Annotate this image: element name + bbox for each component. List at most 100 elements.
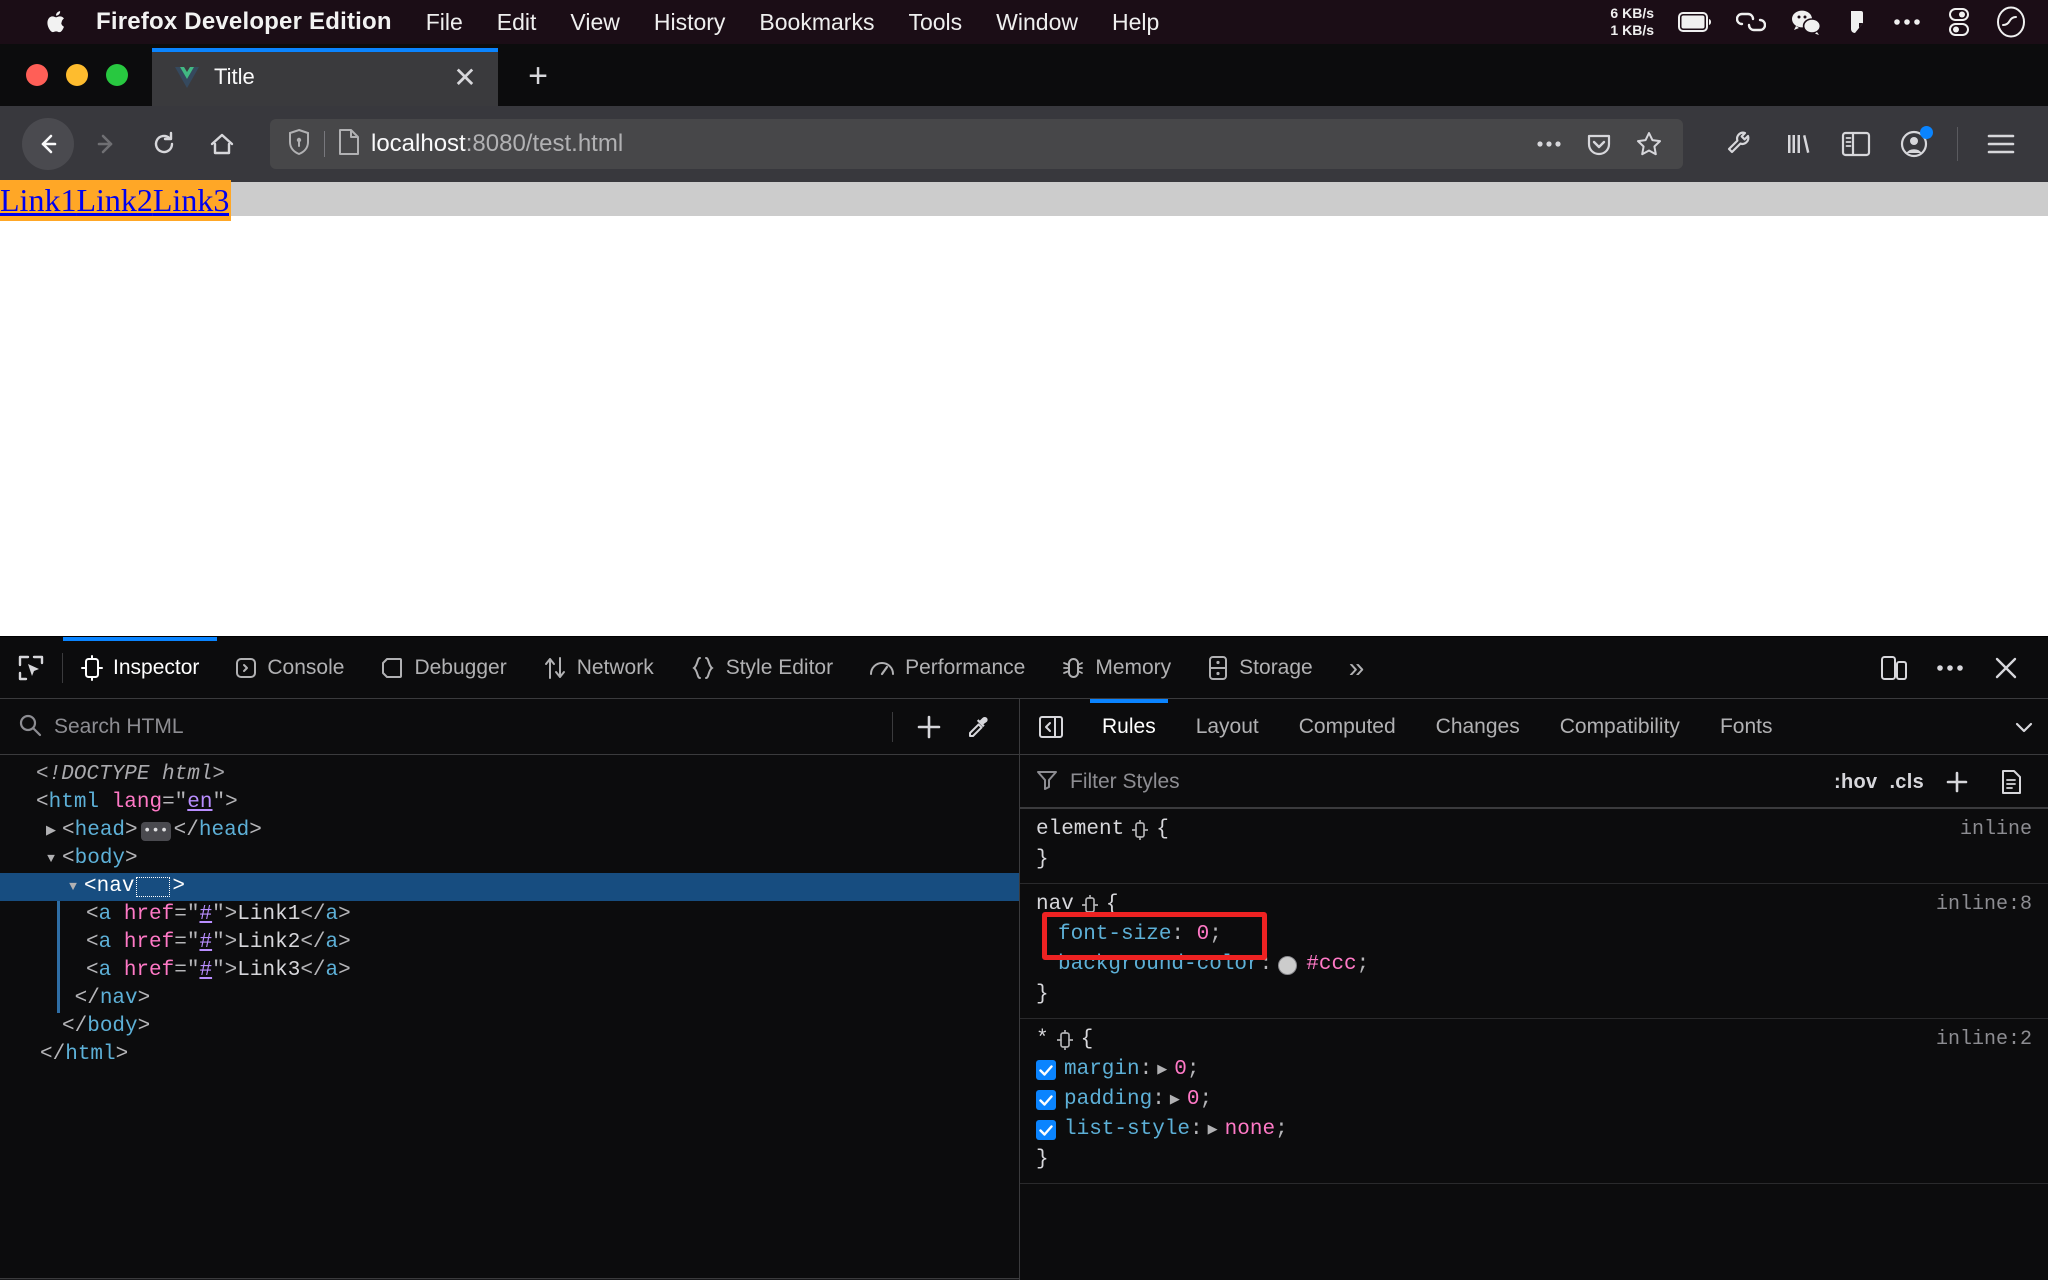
declaration-list-style[interactable]: list-style:▶none;: [1020, 1115, 2048, 1145]
wechat-icon[interactable]: [1790, 9, 1822, 35]
declaration-value[interactable]: 0: [1197, 920, 1210, 950]
link-icon[interactable]: [1736, 9, 1766, 35]
account-icon[interactable]: [1889, 119, 1939, 169]
declaration-property[interactable]: margin: [1064, 1055, 1140, 1085]
mac-menu-view[interactable]: View: [570, 9, 619, 36]
attr-value[interactable]: en: [187, 789, 212, 817]
markup-row-doctype[interactable]: ▶ <!DOCTYPE html>: [0, 761, 1019, 789]
wrench-icon[interactable]: [1715, 119, 1765, 169]
markup-row-nav-close[interactable]: </nav>: [0, 985, 1019, 1013]
attribute-edit-field[interactable]: [136, 877, 170, 897]
mac-menu-file[interactable]: File: [426, 9, 463, 36]
markup-row-html-close[interactable]: </html>: [0, 1041, 1019, 1069]
page-link-1[interactable]: Link1: [0, 182, 76, 218]
markup-row-link-1[interactable]: <a href="#">Link1</a>: [0, 901, 1019, 929]
tab-style-editor[interactable]: Style Editor: [672, 637, 851, 699]
declaration-checkbox[interactable]: [1036, 1120, 1056, 1140]
tab-computed[interactable]: Computed: [1279, 699, 1416, 755]
rule-source[interactable]: inline:2: [1936, 1025, 2032, 1055]
siri-icon[interactable]: [1996, 6, 2026, 38]
tab-console[interactable]: Console: [217, 637, 362, 699]
eyedropper-icon[interactable]: [957, 705, 1001, 749]
expand-triangle-icon[interactable]: ▶: [1157, 1055, 1167, 1085]
markup-row-body-close[interactable]: </body>: [0, 1013, 1019, 1041]
declaration-value[interactable]: 0: [1187, 1085, 1200, 1115]
devtools-overflow-button[interactable]: »: [1331, 637, 1383, 699]
rule-source[interactable]: inline:8: [1936, 890, 2032, 920]
reload-icon[interactable]: [138, 118, 190, 170]
declaration-property[interactable]: padding: [1064, 1085, 1152, 1115]
home-icon[interactable]: [196, 118, 248, 170]
declaration-property[interactable]: list-style: [1064, 1115, 1190, 1145]
mac-menu-edit[interactable]: Edit: [497, 9, 537, 36]
plus-icon[interactable]: [1936, 761, 1978, 803]
tab-inspector[interactable]: Inspector: [63, 637, 217, 699]
close-devtools-icon[interactable]: [1980, 642, 2032, 694]
inspector-badge-icon[interactable]: [1132, 820, 1148, 840]
declaration-property[interactable]: background-color: [1058, 950, 1260, 980]
rule-selector[interactable]: element: [1036, 815, 1124, 845]
plus-icon[interactable]: [907, 705, 951, 749]
close-window-button[interactable]: [26, 64, 48, 86]
attr-value[interactable]: #: [199, 901, 212, 929]
filter-styles-input[interactable]: Filter Styles: [1070, 770, 1822, 794]
tab-debugger[interactable]: Debugger: [362, 637, 524, 699]
shield-icon[interactable]: [286, 128, 312, 161]
pseudo-class-toggle[interactable]: :hov: [1834, 771, 1877, 794]
tab-memory[interactable]: Memory: [1043, 637, 1189, 699]
chevron-down-icon[interactable]: ▼: [40, 845, 62, 873]
class-toggle[interactable]: .cls: [1889, 771, 1924, 794]
rule-selector[interactable]: nav: [1036, 890, 1074, 920]
declaration-property[interactable]: font-size: [1058, 920, 1171, 950]
declaration-background-color[interactable]: background-color:#ccc;: [1020, 950, 2048, 980]
rule-selector-row[interactable]: nav { inline:8: [1020, 890, 2048, 920]
inspector-badge-icon[interactable]: [1057, 1030, 1073, 1050]
attr-value[interactable]: #: [199, 957, 212, 985]
attr-name[interactable]: href: [124, 957, 174, 985]
responsive-design-mode-icon[interactable]: [1868, 642, 1920, 694]
devtools-options-icon[interactable]: [1924, 642, 1976, 694]
declaration-value[interactable]: none: [1225, 1115, 1275, 1145]
rule-universal[interactable]: * { inline:2 margin:▶0;: [1020, 1019, 2048, 1184]
declaration-value[interactable]: #ccc: [1306, 950, 1356, 980]
markup-row-link-2[interactable]: <a href="#">Link2</a>: [0, 929, 1019, 957]
markup-row-html[interactable]: ▶ <html lang="en">: [0, 789, 1019, 817]
hamburger-menu-icon[interactable]: [1976, 119, 2026, 169]
rule-selector[interactable]: *: [1036, 1025, 1049, 1055]
rule-selector-row[interactable]: element { inline: [1020, 815, 2048, 845]
expand-ellipsis-icon[interactable]: •••: [141, 822, 171, 841]
attr-name[interactable]: href: [124, 901, 174, 929]
browser-tab[interactable]: Title ✕: [152, 48, 498, 106]
arrow-left-icon[interactable]: [22, 118, 74, 170]
stylesheet-icon[interactable]: [1990, 761, 2032, 803]
page-link-3[interactable]: Link3: [153, 182, 229, 218]
ellipsis-icon[interactable]: [1529, 124, 1569, 164]
url-text[interactable]: localhost:8080/test.html: [371, 130, 1519, 158]
attr-name[interactable]: href: [124, 929, 174, 957]
attr-value[interactable]: #: [199, 929, 212, 957]
declaration-margin[interactable]: margin:▶0;: [1020, 1055, 2048, 1085]
declaration-font-size[interactable]: font-size: 0;: [1020, 920, 2048, 950]
markup-tree[interactable]: ▶ <!DOCTYPE html> ▶ <html lang="en"> ▶ <…: [0, 755, 1019, 1278]
chevron-right-icon[interactable]: ▶: [40, 817, 62, 845]
mac-menu-help[interactable]: Help: [1112, 9, 1159, 36]
tab-layout[interactable]: Layout: [1176, 699, 1279, 755]
rule-source[interactable]: inline: [1960, 815, 2032, 845]
chevron-down-icon[interactable]: ▼: [62, 873, 84, 901]
declaration-value[interactable]: 0: [1174, 1055, 1187, 1085]
maximize-window-button[interactable]: [106, 64, 128, 86]
library-icon[interactable]: [1773, 119, 1823, 169]
mac-menu-window[interactable]: Window: [996, 9, 1078, 36]
tab-changes[interactable]: Changes: [1416, 699, 1540, 755]
markup-row-link-3[interactable]: <a href="#">Link3</a>: [0, 957, 1019, 985]
mac-menu-tools[interactable]: Tools: [908, 9, 962, 36]
url-bar[interactable]: localhost:8080/test.html: [270, 119, 1683, 169]
sidebar-icon[interactable]: [1831, 119, 1881, 169]
rule-element[interactable]: element { inline }: [1020, 809, 2048, 884]
pocket-icon[interactable]: [1579, 124, 1619, 164]
rule-nav[interactable]: nav { inline:8 font-size: 0;: [1020, 884, 2048, 1019]
minimize-window-button[interactable]: [66, 64, 88, 86]
tab-rules[interactable]: Rules: [1082, 699, 1176, 755]
rule-selector-row[interactable]: * { inline:2: [1020, 1025, 2048, 1055]
battery-icon[interactable]: [1678, 11, 1712, 33]
